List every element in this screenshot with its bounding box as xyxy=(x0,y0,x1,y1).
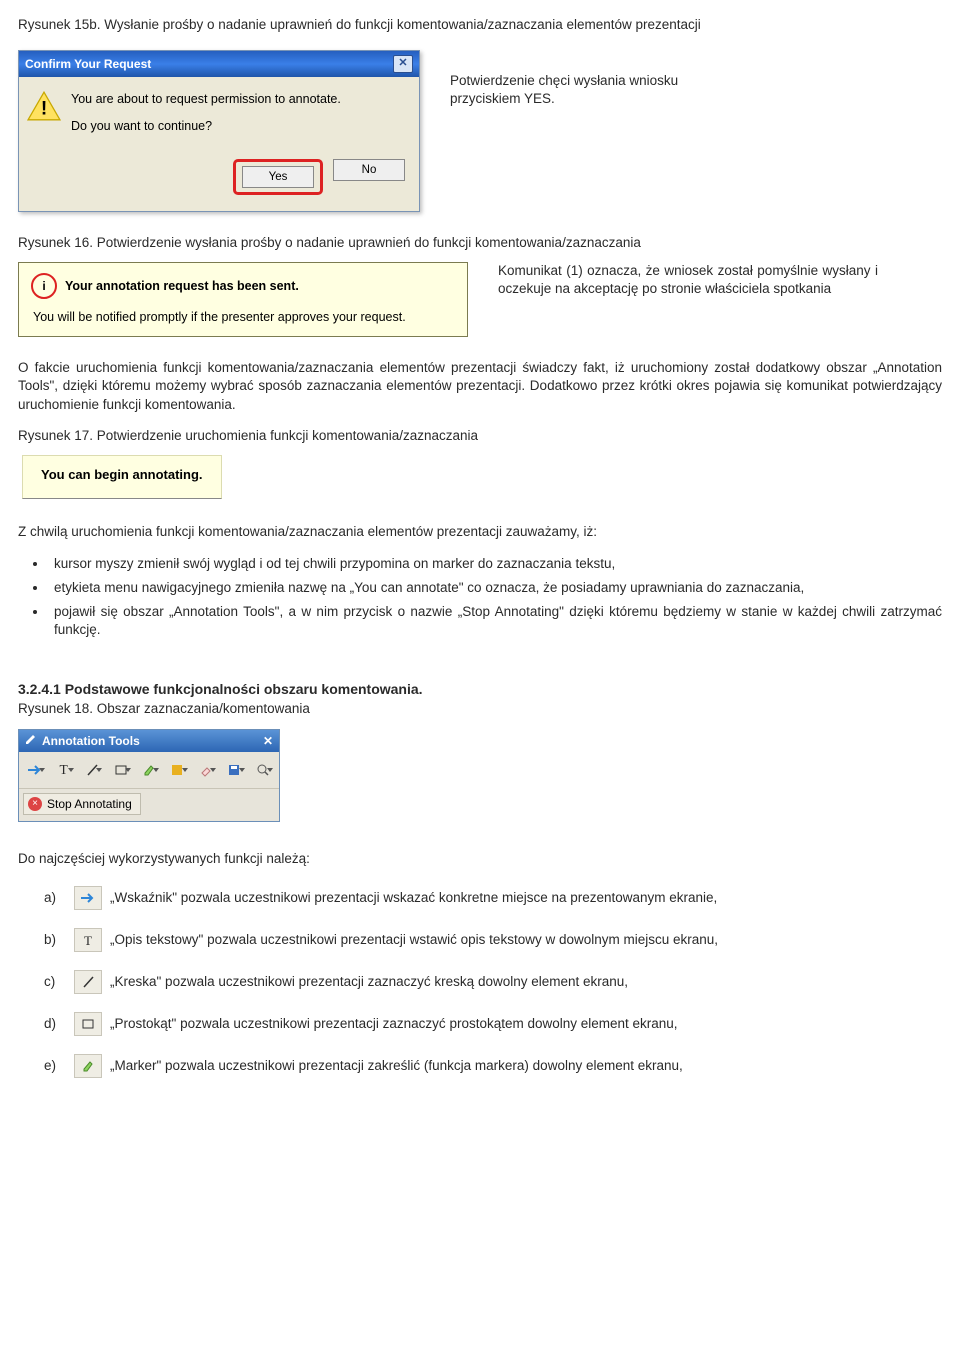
pencil-icon xyxy=(25,733,37,749)
annotation-tools-panel: Annotation Tools ✕ T × Stop Annotating xyxy=(18,729,280,822)
svg-text:!: ! xyxy=(41,99,47,120)
stop-icon: × xyxy=(28,797,42,811)
stop-label: Stop Annotating xyxy=(47,796,132,812)
dialog-titlebar: Confirm Your Request ✕ xyxy=(19,51,419,77)
info-icon: i xyxy=(42,278,45,294)
dialog-title: Confirm Your Request xyxy=(25,56,151,72)
func-a: a) „Wskaźnik" pozwala uczestnikowi preze… xyxy=(44,886,942,910)
eraser-tool-icon[interactable] xyxy=(192,756,220,784)
label-e: e) xyxy=(44,1057,66,1075)
color-tool-icon[interactable] xyxy=(163,756,191,784)
info-badge-highlight: i xyxy=(31,273,57,299)
paragraph-najcz: Do najczęściej wykorzystywanych funkcji … xyxy=(18,850,942,868)
dialog-text: You are about to request permission to a… xyxy=(71,91,341,145)
yes-button[interactable]: Yes xyxy=(242,166,314,188)
info-header: Your annotation request has been sent. xyxy=(65,278,299,295)
bullet-1: kursor myszy zmienił swój wygląd i od te… xyxy=(48,555,942,573)
bullet-list: kursor myszy zmienił swój wygląd i od te… xyxy=(48,555,942,640)
func-b: b) T „Opis tekstowy" pozwala uczestnikow… xyxy=(44,928,942,952)
text-b: „Opis tekstowy" pozwala uczestnikowi pre… xyxy=(110,931,718,949)
tools-title-text: Annotation Tools xyxy=(42,733,140,749)
label-b: b) xyxy=(44,931,66,949)
aside1-l1: Potwierdzenie chęci wysłania wniosku xyxy=(450,73,678,88)
text-a: „Wskaźnik" pozwala uczestnikowi prezenta… xyxy=(110,889,717,907)
paragraph-fact: O fakcie uruchomienia funkcji komentowan… xyxy=(18,359,942,414)
caption-17: Rysunek 17. Potwierdzenie uruchomienia f… xyxy=(18,427,942,445)
info-subtext: You will be notified promptly if the pre… xyxy=(33,309,453,326)
label-a: a) xyxy=(44,889,66,907)
rectangle-icon xyxy=(74,1012,102,1036)
stop-annotating-button[interactable]: × Stop Annotating xyxy=(23,793,141,815)
function-list: a) „Wskaźnik" pozwala uczestnikowi preze… xyxy=(18,886,942,1078)
line-tool-icon[interactable] xyxy=(78,756,106,784)
tools-row: T xyxy=(19,752,279,789)
aside-text-2: Komunikat (1) oznacza, że wniosek został… xyxy=(498,262,878,298)
pointer-tool-icon[interactable] xyxy=(21,756,49,784)
bullet-2: etykieta menu nawigacyjnego zmieniła naz… xyxy=(48,579,942,597)
label-d: d) xyxy=(44,1015,66,1033)
func-e: e) „Marker" pozwala uczestnikowi prezent… xyxy=(44,1054,942,1078)
dialog-line2: Do you want to continue? xyxy=(71,118,341,135)
caption-15b: Rysunek 15b. Wysłanie prośby o nadanie u… xyxy=(18,16,942,34)
row-dialog-aside: Confirm Your Request ✕ ! You are about t… xyxy=(18,44,942,212)
begin-annotating-box: You can begin annotating. xyxy=(22,455,222,499)
info-tooltip: i Your annotation request has been sent.… xyxy=(18,262,468,337)
text-d: „Prostokąt" pozwala uczestnikowi prezent… xyxy=(110,1015,678,1033)
section-heading: 3.2.4.1 Podstawowe funkcjonalności obsza… xyxy=(18,680,942,699)
func-d: d) „Prostokąt" pozwala uczestnikowi prez… xyxy=(44,1012,942,1036)
caption-16: Rysunek 16. Potwierdzenie wysłania prośb… xyxy=(18,234,942,252)
label-c: c) xyxy=(44,973,66,991)
text-c: „Kreska" pozwala uczestnikowi prezentacj… xyxy=(110,973,628,991)
marker-icon xyxy=(74,1054,102,1078)
save-tool-icon[interactable] xyxy=(220,756,248,784)
text-icon: T xyxy=(74,928,102,952)
paragraph-zchwila: Z chwilą uruchomienia funkcji komentowan… xyxy=(18,523,942,541)
line-icon xyxy=(74,970,102,994)
func-c: c) „Kreska" pozwala uczestnikowi prezent… xyxy=(44,970,942,994)
pointer-icon xyxy=(74,886,102,910)
aside-text-1: Potwierdzenie chęci wysłania wniosku prz… xyxy=(450,44,678,108)
no-button[interactable]: No xyxy=(333,159,405,181)
text-tool-icon[interactable]: T xyxy=(49,756,77,784)
warning-icon: ! xyxy=(27,91,61,121)
dialog-line1: You are about to request permission to a… xyxy=(71,91,341,108)
close-icon[interactable]: ✕ xyxy=(263,733,273,749)
yes-highlight: Yes xyxy=(233,159,323,195)
tools-titlebar: Annotation Tools ✕ xyxy=(19,730,279,752)
highlighter-tool-icon[interactable] xyxy=(135,756,163,784)
aside1-l2: przyciskiem YES. xyxy=(450,91,555,106)
bullet-3: pojawił się obszar „Annotation Tools", a… xyxy=(48,603,942,639)
rectangle-tool-icon[interactable] xyxy=(106,756,134,784)
text-e: „Marker" pozwala uczestnikowi prezentacj… xyxy=(110,1057,683,1075)
close-icon[interactable]: ✕ xyxy=(393,55,413,73)
caption-18: Rysunek 18. Obszar zaznaczania/komentowa… xyxy=(18,700,942,718)
row-info-aside: i Your annotation request has been sent.… xyxy=(18,262,942,337)
confirm-dialog: Confirm Your Request ✕ ! You are about t… xyxy=(18,50,420,212)
zoom-tool-icon[interactable] xyxy=(249,756,277,784)
